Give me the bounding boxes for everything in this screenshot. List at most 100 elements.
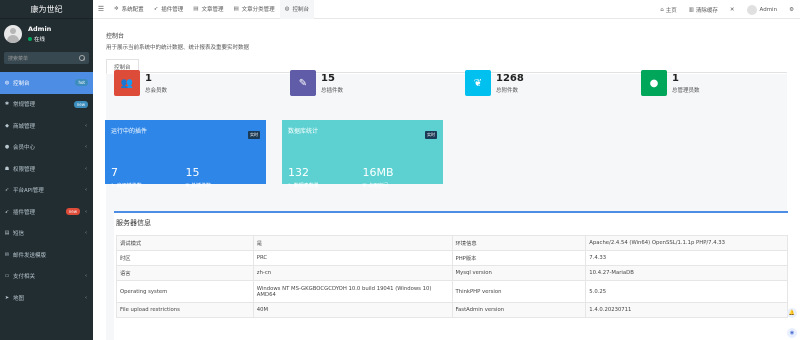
top-tab-label: 控制台 [292,7,310,13]
fullscreen-icon: ✕ [729,6,735,13]
home-icon: ⌂ [660,6,664,13]
notification-bell-icon[interactable]: 🔔 [787,308,797,318]
dashboard-icon: ◍ [4,79,10,86]
top-tab-label: 文章分类管理 [241,7,275,13]
card-stat-value: 16MB [362,166,394,179]
top-tab-label: 文章管理 [201,7,224,13]
card-stat-value: 15 [185,166,200,179]
stat-value: 15 [321,72,335,84]
mail-icon: ✉ [4,251,10,258]
table-key-cell: PHP版本 [451,250,587,266]
plugin-icon: ➹ [4,208,10,215]
content-header: 控制台 用于展示当前系统中的统计数据、统计报表及重要实时数据 [106,31,249,51]
summary-card: 数据库统计 实时 132 ✎ 数据表数量 16MB ▼ 占用空间 [282,120,443,189]
card-stat-left: 132 ✎ 数据表数量 [288,166,363,189]
search-input[interactable]: 搜索菜单 [4,52,89,64]
top-tab-0[interactable]: ✲ 系统配置 [109,0,149,19]
sidebar: 康为世纪 Admin 在线 搜索菜单 ◍ 控制台 hot ✱ 常规管理 new ◆ 商城管理 ‹… [0,0,93,340]
top-tabs: ✲ 系统配置 ➶ 插件管理 ▤ 文章管理 ▤ 文章分类管理 ◍ 控制台 [109,0,315,19]
search-placeholder: 搜索菜单 [8,55,29,62]
file-icon: ▤ [193,6,199,12]
pay-icon: ▭ [4,273,10,280]
sidebar-item-3[interactable]: ● 会员中心 ‹ [0,137,93,159]
fullscreen-button[interactable]: ✕ [724,7,741,13]
trash-icon: ▥ [688,6,694,13]
sidebar-item-4[interactable]: ☗ 权限管理 ‹ [0,158,93,180]
home-link[interactable]: ⌂ 主页 [654,6,683,14]
top-tab-1[interactable]: ➶ 插件管理 [149,0,189,19]
table-row: 语言 zh-cn Mysql version 10.4.27-MariaDB [116,265,788,281]
search-icon[interactable] [79,55,85,61]
sidebar-item-label: 会员中心 [13,145,36,152]
table-value-cell: Windows NT MS-GKGBOCGCDYOH 10.0 build 19… [252,280,453,303]
dashboard-icon: ◍ [284,6,290,12]
sidebar-item-7[interactable]: ▤ 短信 ‹ [0,223,93,245]
table-row: 调试模式是环境信息 Apache/2.4.54 (Win64) OpenSSL/1… [116,235,788,251]
home-label: 主页 [665,7,677,14]
top-avatar [746,4,757,15]
sidebar-item-label: 平台API管理 [13,188,44,195]
sidebar-menu: ◍ 控制台 hot ✱ 常规管理 new ◆ 商城管理 ‹ ● 会员中心 ‹ ☗ 权限管理 ‹ ➶ 平台API管… [0,72,93,309]
stat-box: ● 1 总管理员数 [641,70,700,96]
brand-logo[interactable]: 康为世纪 [0,0,93,19]
table-key-cell: 调试模式 [116,235,254,251]
badge-hot: hot [75,79,88,87]
clear-cache-button[interactable]: ▥ 清除缓存 [683,6,724,14]
table-value-cell: 1.4.0.20230711 [585,302,788,318]
top-tab-4[interactable]: ◍ 控制台 [279,0,315,19]
online-dot-icon [28,37,32,41]
sidebar-item-10[interactable]: ➤ 地图 ‹ [0,287,93,309]
card-stats: 7 ✎ 启用插件数 15 ▼ 总插件数 [111,166,260,189]
sidebar-item-8[interactable]: ✉ 邮件发送模版 [0,244,93,266]
sidebar-item-6[interactable]: ➹ 插件管理 new ‹ [0,201,93,223]
sidebar-item-label: 地图 [13,295,25,302]
chevron-left-icon: ‹ [85,165,87,172]
rocket-icon: ➶ [153,6,159,12]
page-title: 控制台 [106,33,125,40]
topbar: ☰ ✲ 系统配置 ➶ 插件管理 ▤ 文章管理 ▤ 文章分类管理 ◍ 控制台 ⌂ 主页 ▥ 清除缓存… [93,0,800,19]
sidebar-item-1[interactable]: ✱ 常规管理 new [0,94,93,116]
card-stat-label-text: 启用插件数 [116,183,142,189]
realtime-badge: 实时 [425,131,437,139]
user-icon: ● [4,144,10,151]
server-info-title: 服务器信息 [116,219,151,227]
file-icon: ▤ [233,6,239,12]
table-value-cell: 是 [252,235,453,251]
settings-button[interactable]: ⚙ [783,7,800,13]
top-tab-label: 系统配置 [121,7,144,13]
sms-icon: ▤ [4,230,10,237]
card-stat-right: 15 ▼ 总插件数 [186,166,261,189]
stat-text: 1268 总附件数 [496,73,524,94]
stat-text: 1 总管理员数 [672,73,700,94]
menu-toggle-icon[interactable]: ☰ [93,5,109,13]
table-value-cell: 5.0.25 [585,280,788,303]
top-tab-3[interactable]: ▤ 文章分类管理 [228,0,279,19]
clear-cache-label: 清除缓存 [695,7,718,14]
top-tab-2[interactable]: ▤ 文章管理 [188,0,228,19]
table-key-cell: 语言 [116,265,254,281]
chevron-left-icon: ‹ [85,144,87,151]
chevron-left-icon: ‹ [85,187,87,194]
card-stat-label-text: 数据表数量 [293,183,319,189]
card-stat-value: 132 [288,166,309,179]
table-row: File upload restrictions 40M FastAdmin ver… [116,302,788,318]
user-status-label: 在线 [34,37,46,43]
table-value-cell: 10.4.27-MariaDB [585,265,788,281]
table-row: Operating system Windows NT MS-GKGBOCGCDY… [116,280,788,303]
sidebar-item-2[interactable]: ◆ 商城管理 ‹ [0,115,93,137]
table-value-cell: zh-cn [252,265,453,281]
top-user-name: Admin [759,6,778,13]
table-key-cell: Operating system [116,280,254,303]
card-title: 运行中的插件 [111,128,148,135]
user-panel: Admin 在线 [0,19,93,49]
badge-new: new [73,100,88,108]
magic-icon: ✎ [290,70,316,96]
chat-icon[interactable]: ◉ [787,328,797,338]
sidebar-item-5[interactable]: ➶ 平台API管理 ‹ [0,180,93,202]
stat-label: 总管理员数 [672,87,700,94]
sidebar-item-0[interactable]: ◍ 控制台 hot [0,72,93,94]
chevron-left-icon: ‹ [85,122,87,129]
sidebar-item-9[interactable]: ▭ 支付相关 ‹ [0,266,93,288]
stat-value: 1268 [496,72,524,84]
user-menu[interactable]: Admin [741,4,784,15]
